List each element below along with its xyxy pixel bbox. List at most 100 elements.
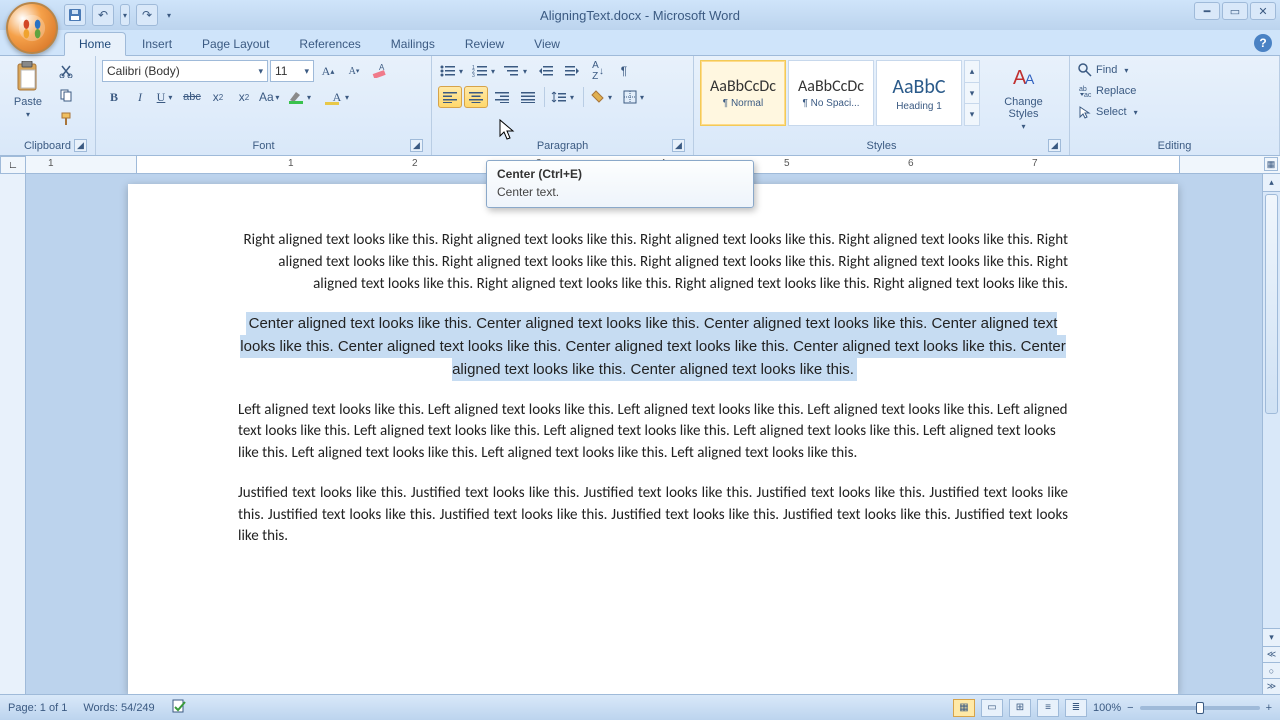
close-button[interactable]: ✕: [1250, 2, 1276, 20]
status-page[interactable]: Page: 1 of 1: [8, 702, 67, 714]
font-color-button[interactable]: A▾: [320, 86, 354, 108]
zoom-out[interactable]: −: [1127, 702, 1133, 714]
multilevel-list-button[interactable]: ▾: [502, 60, 532, 82]
change-styles-button[interactable]: AA Change Styles ▾: [984, 60, 1063, 133]
gallery-more[interactable]: ▾: [965, 104, 979, 125]
font-family-combo[interactable]: Calibri (Body): [102, 60, 268, 82]
document-area: ∟ 1 1 2 3 4 5 6 7 ▦ Right aligned text l…: [0, 156, 1280, 694]
tab-home[interactable]: Home: [64, 32, 126, 56]
show-hide-button[interactable]: ¶: [612, 60, 636, 82]
borders-button[interactable]: ▾: [620, 86, 650, 108]
view-full-screen[interactable]: ▭: [981, 699, 1003, 717]
numbering-button[interactable]: 123▾: [470, 60, 500, 82]
italic-button[interactable]: I: [128, 86, 152, 108]
styles-dialog-launcher[interactable]: ◢: [1048, 139, 1061, 152]
style-normal[interactable]: AaBbCcDc ¶ Normal: [700, 60, 786, 126]
find-button[interactable]: Find▾: [1076, 60, 1143, 80]
tab-insert[interactable]: Insert: [128, 33, 186, 55]
title-bar: ↶ ▾ ↷ ▾ AligningText.docx - Microsoft Wo…: [0, 0, 1280, 30]
vertical-ruler[interactable]: ∟: [0, 156, 26, 694]
ruler-toggle[interactable]: ▦: [1264, 157, 1278, 171]
maximize-button[interactable]: ▭: [1222, 2, 1248, 20]
minimize-button[interactable]: ━: [1194, 2, 1220, 20]
tooltip: Center (Ctrl+E) Center text.: [486, 160, 754, 208]
sort-button[interactable]: AZ↓: [586, 60, 610, 82]
select-button[interactable]: Select▾: [1076, 102, 1143, 122]
scroll-thumb[interactable]: [1265, 194, 1278, 414]
save-button[interactable]: [64, 4, 86, 26]
clipboard-dialog-launcher[interactable]: ◢: [74, 139, 87, 152]
shrink-font-button[interactable]: A▾: [342, 60, 366, 82]
tooltip-title: Center (Ctrl+E): [497, 167, 743, 181]
tab-selector[interactable]: ∟: [0, 156, 26, 174]
tab-page-layout[interactable]: Page Layout: [188, 33, 283, 55]
zoom-thumb[interactable]: [1196, 702, 1204, 714]
styles-gallery[interactable]: AaBbCcDc ¶ Normal AaBbCcDc ¶ No Spaci...…: [700, 60, 980, 126]
view-web-layout[interactable]: ⊞: [1009, 699, 1031, 717]
scroll-down[interactable]: ▾: [1263, 628, 1280, 646]
tab-view[interactable]: View: [520, 33, 574, 55]
paste-button[interactable]: Paste ▾: [6, 60, 50, 121]
paragraph-left[interactable]: Left aligned text looks like this. Left …: [238, 400, 1068, 465]
status-proof-icon[interactable]: [171, 698, 187, 717]
paragraph-right[interactable]: Right aligned text looks like this. Righ…: [238, 230, 1068, 295]
zoom-level[interactable]: 100%: [1093, 702, 1121, 714]
bold-button[interactable]: B: [102, 86, 126, 108]
gallery-down[interactable]: ▾: [965, 83, 979, 105]
paragraph-dialog-launcher[interactable]: ◢: [672, 139, 685, 152]
vertical-scrollbar[interactable]: ▴ ▾ ≪ ○ ≫: [1262, 174, 1280, 694]
zoom-slider[interactable]: [1140, 706, 1260, 710]
qat-customize[interactable]: ▾: [164, 4, 174, 26]
shading-button[interactable]: ▾: [588, 86, 618, 108]
style-no-spacing[interactable]: AaBbCcDc ¶ No Spaci...: [788, 60, 874, 126]
grow-font-button[interactable]: A▴: [316, 60, 340, 82]
format-painter-button[interactable]: [54, 108, 78, 130]
align-left-button[interactable]: [438, 86, 462, 108]
line-spacing-button[interactable]: ▾: [549, 86, 579, 108]
next-page[interactable]: ≫: [1263, 678, 1280, 694]
decrease-indent-button[interactable]: [534, 60, 558, 82]
underline-button[interactable]: U▾: [154, 86, 178, 108]
ribbon-tabs: Home Insert Page Layout References Maili…: [0, 30, 1280, 56]
tab-mailings[interactable]: Mailings: [377, 33, 449, 55]
tab-references[interactable]: References: [285, 33, 374, 55]
replace-button[interactable]: abacReplace: [1076, 81, 1143, 101]
view-outline[interactable]: ≡: [1037, 699, 1059, 717]
font-dialog-launcher[interactable]: ◢: [410, 139, 423, 152]
svg-text:3: 3: [472, 73, 475, 77]
help-button[interactable]: ?: [1254, 34, 1272, 52]
font-size-combo[interactable]: 11: [270, 60, 314, 82]
office-button[interactable]: [6, 2, 58, 54]
paragraph-justify[interactable]: Justified text looks like this. Justifie…: [238, 483, 1068, 548]
prev-page[interactable]: ≪: [1263, 646, 1280, 662]
style-heading-1[interactable]: AaBbC Heading 1: [876, 60, 962, 126]
undo-dropdown[interactable]: ▾: [120, 4, 130, 26]
document-page[interactable]: Right aligned text looks like this. Righ…: [128, 184, 1178, 694]
align-center-button[interactable]: [464, 86, 488, 108]
gallery-up[interactable]: ▴: [965, 61, 979, 83]
paragraph-center[interactable]: Center aligned text looks like this. Cen…: [238, 313, 1068, 381]
cut-button[interactable]: [54, 60, 78, 82]
align-right-button[interactable]: [490, 86, 514, 108]
clear-formatting-button[interactable]: A: [368, 60, 392, 82]
copy-button[interactable]: [54, 84, 78, 106]
view-draft[interactable]: ≣: [1065, 699, 1087, 717]
bullets-button[interactable]: ▾: [438, 60, 468, 82]
increase-indent-button[interactable]: [560, 60, 584, 82]
undo-button[interactable]: ↶: [92, 4, 114, 26]
change-case-button[interactable]: Aa▾: [258, 86, 282, 108]
tooltip-body: Center text.: [497, 185, 743, 199]
view-print-layout[interactable]: ▦: [953, 699, 975, 717]
redo-button[interactable]: ↷: [136, 4, 158, 26]
superscript-button[interactable]: x2: [232, 86, 256, 108]
highlight-button[interactable]: ▾: [284, 86, 318, 108]
scroll-up[interactable]: ▴: [1263, 174, 1280, 192]
tab-review[interactable]: Review: [451, 33, 518, 55]
strikethrough-button[interactable]: abc: [180, 86, 204, 108]
zoom-in[interactable]: +: [1266, 702, 1272, 714]
subscript-button[interactable]: x2: [206, 86, 230, 108]
status-words[interactable]: Words: 54/249: [83, 702, 154, 714]
status-bar: Page: 1 of 1 Words: 54/249 ▦ ▭ ⊞ ≡ ≣ 100…: [0, 694, 1280, 720]
browse-object[interactable]: ○: [1263, 662, 1280, 678]
justify-button[interactable]: [516, 86, 540, 108]
